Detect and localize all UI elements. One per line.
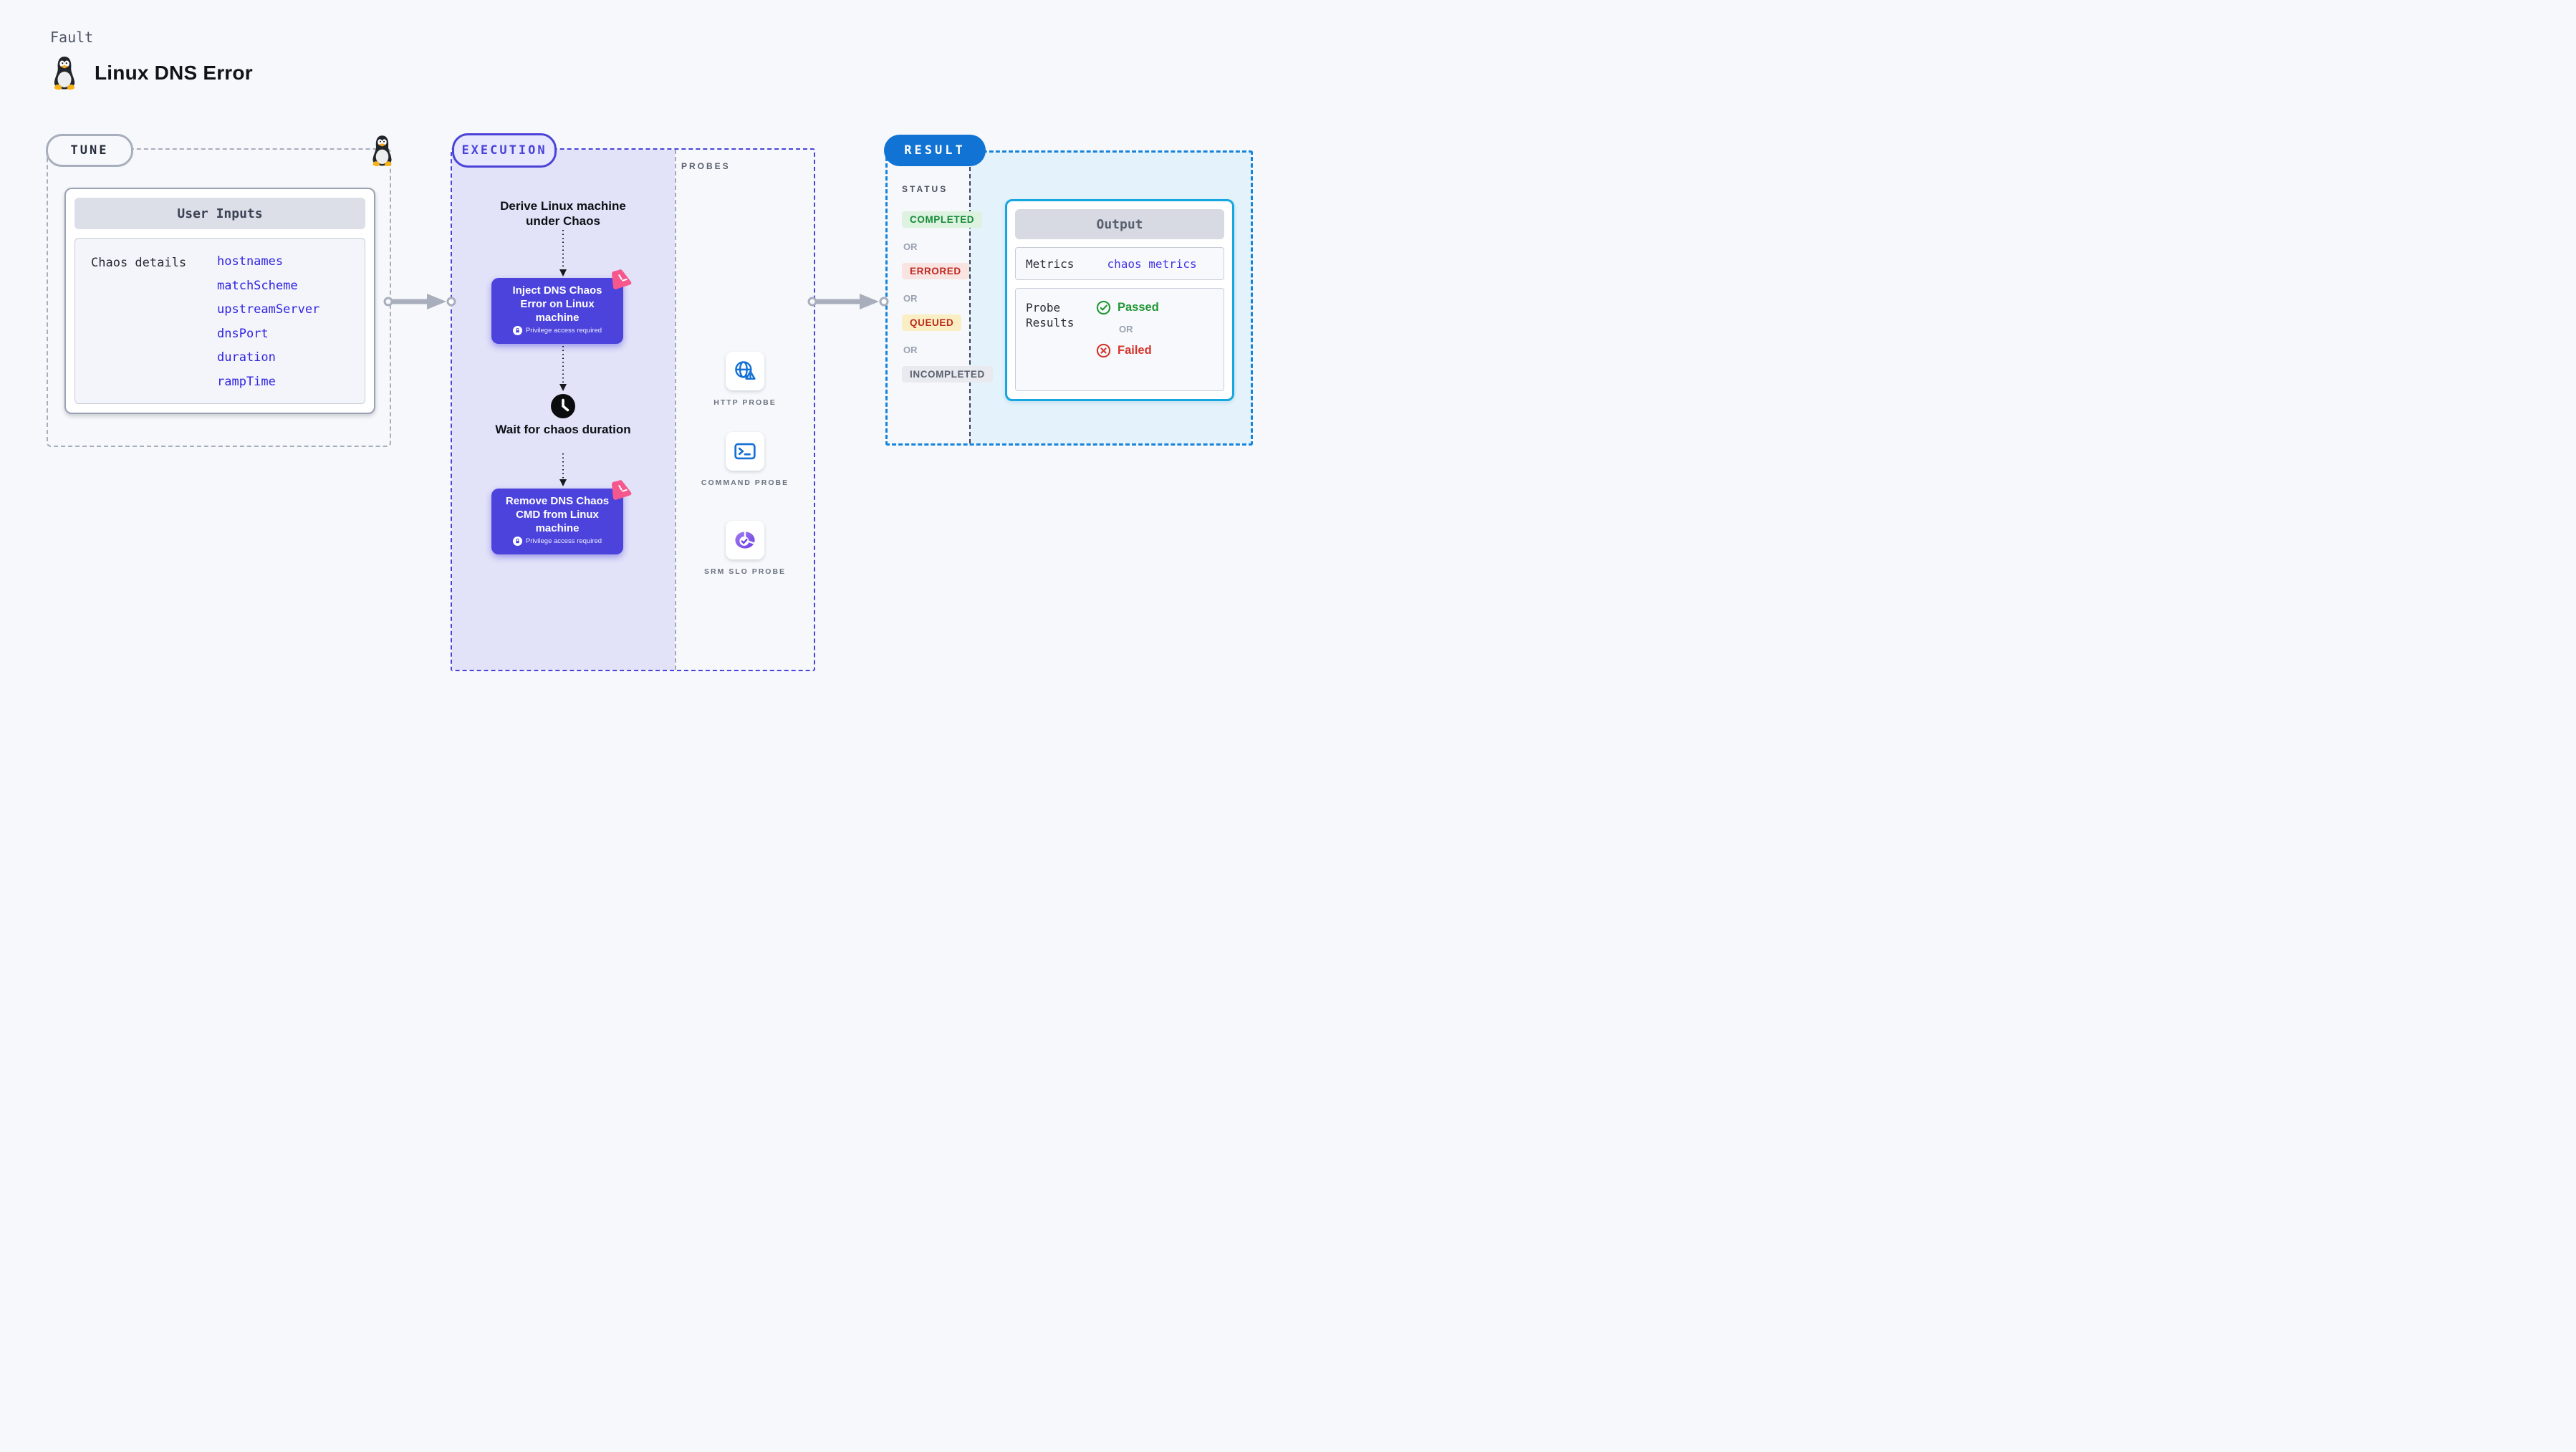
or-separator: OR [903, 293, 918, 304]
step-wait-label: Wait for chaos duration [495, 423, 631, 436]
status-badge-errored: ERRORED [902, 263, 969, 279]
output-card-title: Output [1015, 209, 1224, 239]
srm-slo-probe-card[interactable] [726, 521, 764, 559]
lock-icon [512, 537, 522, 546]
tux-penguin-icon-small [369, 135, 395, 167]
chaos-fault-icon [610, 479, 633, 501]
passed-label: Passed [1118, 301, 1159, 314]
command-probe-label: COMMAND PROBE [701, 479, 789, 487]
or-separator: OR [1119, 324, 1133, 335]
status-badge-completed: COMPLETED [902, 211, 983, 228]
result-section-label: RESULT [884, 135, 986, 166]
output-card: Output Metrics chaos metrics Probe Resul… [1005, 199, 1234, 401]
page-header: Linux DNS Error [50, 56, 253, 90]
chaos-metrics-link[interactable]: chaos metrics [1107, 257, 1196, 271]
srm-slo-probe-label: SRM SLO PROBE [703, 567, 787, 576]
http-probe-label: HTTP PROBE [713, 398, 777, 407]
flow-connector-3 [559, 453, 567, 486]
terminal-icon [734, 443, 756, 460]
or-separator: OR [903, 241, 918, 252]
metrics-row: Metrics chaos metrics [1015, 247, 1224, 280]
privilege-row: Privilege access required [500, 537, 615, 546]
wait-clock-icon [551, 394, 575, 418]
chaos-fault-icon [610, 268, 633, 291]
input-link-hostnames[interactable]: hostnames [217, 254, 319, 269]
input-link-matchscheme[interactable]: matchScheme [217, 279, 319, 294]
result-divider [969, 153, 971, 443]
slo-donut-icon [735, 532, 755, 549]
passed-row: Passed [1096, 300, 1159, 315]
execution-section-label: EXECUTION [452, 133, 557, 168]
flow-connector-2 [559, 346, 567, 391]
flow-connector-1 [559, 230, 567, 277]
tune-section-label: TUNE [46, 134, 133, 167]
chaos-input-list: hostnames matchScheme upstreamServer dns… [217, 254, 319, 390]
page-title: Linux DNS Error [95, 62, 253, 84]
result-section: STATUS COMPLETED OR ERRORED OR QUEUED OR… [885, 150, 1253, 446]
probe-results-values: Passed OR Failed [1096, 300, 1159, 358]
privilege-row: Privilege access required [500, 326, 615, 335]
probes-divider [675, 150, 676, 670]
remove-node-title: Remove DNS Chaos CMD from Linux machine [505, 495, 610, 534]
execution-section: Derive Linux machine under Chaos Inject … [451, 148, 815, 671]
status-badge-incompleted: INCOMPLETED [902, 366, 993, 383]
user-inputs-body: Chaos details hostnames matchScheme upst… [75, 238, 365, 404]
failed-row: Failed [1096, 343, 1159, 358]
remove-dns-chaos-node[interactable]: Remove DNS Chaos CMD from Linux machine … [491, 489, 623, 554]
probe-results-label: Probe Results [1026, 301, 1075, 330]
or-separator: OR [903, 345, 918, 355]
user-inputs-title: User Inputs [75, 198, 365, 229]
status-badge-queued: QUEUED [902, 314, 962, 331]
inject-node-title: Inject DNS Chaos Error on Linux machine [512, 284, 602, 324]
failed-label: Failed [1118, 344, 1152, 357]
globe-alert-icon [735, 361, 756, 380]
probes-column-label: PROBES [681, 161, 731, 171]
diagram-canvas: Fault Linux DNS Error TUNE User Inputs C… [0, 0, 1288, 726]
step-derive-label: Derive Linux machine under Chaos [500, 199, 626, 228]
page-kicker: Fault [50, 29, 94, 46]
http-probe-card[interactable] [726, 352, 764, 390]
input-link-dnsport[interactable]: dnsPort [217, 327, 319, 342]
check-circle-icon [1096, 300, 1111, 315]
tux-penguin-icon [50, 56, 79, 90]
metrics-label: Metrics [1026, 256, 1075, 271]
privilege-note: Privilege access required [525, 327, 602, 335]
x-circle-icon [1096, 343, 1111, 358]
command-probe-card[interactable] [726, 432, 764, 471]
chaos-details-label: Chaos details [91, 256, 187, 270]
status-column-label: STATUS [902, 184, 948, 194]
probe-results-row: Probe Results Passed OR Failed [1015, 288, 1224, 391]
user-inputs-card: User Inputs Chaos details hostnames matc… [64, 188, 375, 414]
inject-dns-chaos-node[interactable]: Inject DNS Chaos Error on Linux machine … [491, 278, 623, 344]
input-link-duration[interactable]: duration [217, 350, 319, 365]
execution-to-result-arrow [807, 294, 889, 309]
privilege-note: Privilege access required [525, 537, 602, 545]
input-link-upstreamserver[interactable]: upstreamServer [217, 302, 319, 317]
lock-icon [512, 326, 522, 335]
tune-to-execution-arrow [383, 294, 456, 309]
input-link-ramptime[interactable]: rampTime [217, 375, 319, 390]
